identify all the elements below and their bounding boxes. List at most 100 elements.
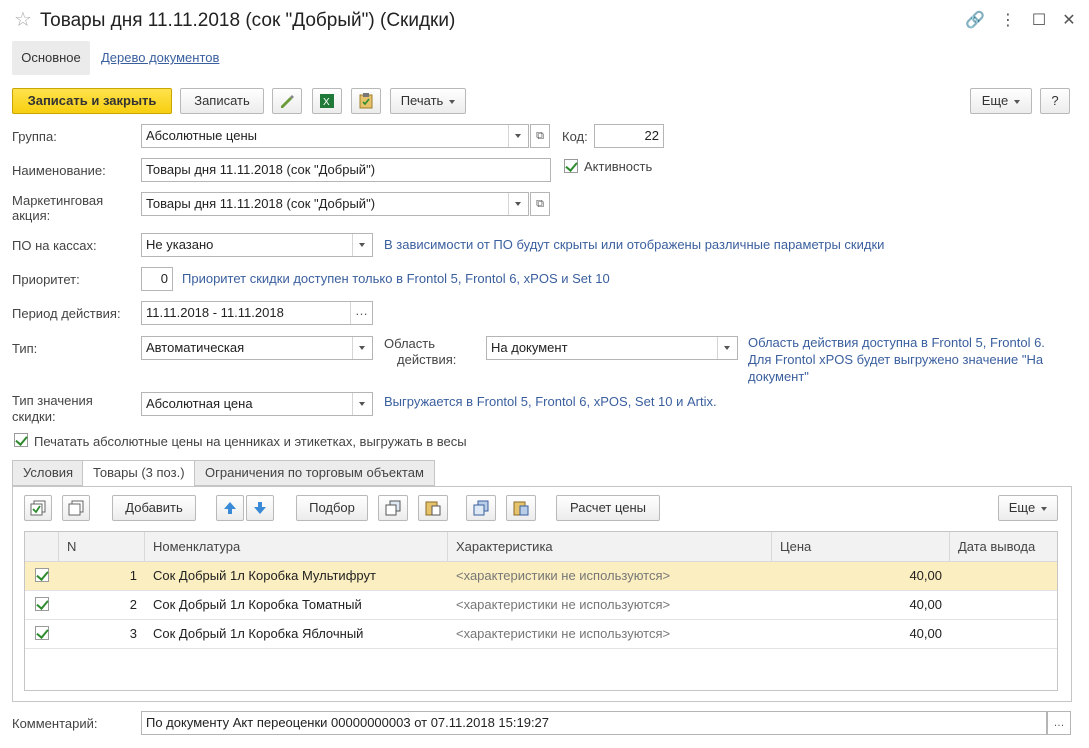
arrow-down-icon[interactable] [246, 495, 274, 521]
group-label: Группа: [12, 129, 57, 144]
row-n: 1 [129, 568, 137, 583]
row-checkbox[interactable] [35, 597, 49, 611]
row-checkbox[interactable] [35, 626, 49, 640]
pos-field[interactable]: Не указано [141, 233, 373, 257]
row-price: 40,00 [909, 626, 942, 641]
uncheck-all-icon[interactable] [62, 495, 90, 521]
chevron-down-icon[interactable] [508, 125, 528, 147]
column-header-check[interactable] [25, 532, 59, 562]
print-abs-label: Печатать абсолютные цены на ценниках и э… [34, 434, 467, 449]
promo-value: Товары дня 11.11.2018 (сок "Добрый") [146, 196, 376, 211]
chevron-down-icon[interactable] [352, 393, 372, 415]
row-date [950, 562, 1057, 590]
row-characteristic: <характеристики не используются> [456, 626, 671, 641]
open-icon[interactable]: ⧉ [530, 124, 550, 148]
table-row[interactable]: 2 Сок Добрый 1л Коробка Томатный <характ… [25, 591, 1057, 620]
value-type-label-line2: скидки: [12, 409, 56, 424]
print-button-label: Печать [400, 93, 444, 108]
edit-icon[interactable] [272, 88, 302, 114]
row-item: Сок Добрый 1л Коробка Томатный [153, 597, 362, 612]
print-abs-checkbox[interactable] [14, 433, 28, 447]
name-label: Наименование: [12, 163, 106, 178]
pos-label: ПО на кассах: [12, 238, 97, 253]
paste-rows-icon[interactable] [506, 495, 536, 521]
row-n: 3 [129, 626, 137, 641]
chevron-down-icon[interactable] [717, 337, 737, 359]
table-more-button[interactable]: Еще [998, 495, 1058, 521]
chevron-down-icon[interactable] [508, 193, 528, 215]
period-label: Период действия: [12, 306, 121, 321]
open-icon[interactable]: ⧉ [530, 192, 550, 216]
tab-restrictions[interactable]: Ограничения по торговым объектам [194, 460, 435, 486]
type-field[interactable]: Автоматическая [141, 336, 373, 360]
scope-hint-line1: Область действия доступна в Frontol 5, F… [748, 335, 1045, 350]
copy-icon[interactable] [378, 495, 408, 521]
ellipsis-icon[interactable]: … [1047, 711, 1071, 735]
excel-icon[interactable]: X [312, 88, 342, 114]
link-icon[interactable]: 🔗 [965, 11, 985, 31]
active-checkbox[interactable] [564, 159, 578, 173]
maximize-icon[interactable]: ☐ [1029, 11, 1049, 31]
column-header-date[interactable]: Дата вывода [950, 532, 1057, 562]
copy-rows-icon[interactable] [466, 495, 496, 521]
check-all-icon[interactable] [24, 495, 52, 521]
save-button[interactable]: Записать [180, 88, 264, 114]
row-n: 2 [129, 597, 137, 612]
row-item: Сок Добрый 1л Коробка Мультифрут [153, 568, 376, 583]
value-type-field[interactable]: Абсолютная цена [141, 392, 373, 416]
close-icon[interactable]: ✕ [1059, 11, 1079, 31]
scope-field[interactable]: На документ [486, 336, 738, 360]
column-header-n[interactable]: N [59, 532, 145, 562]
priority-label: Приоритет: [12, 272, 80, 287]
calc-price-button[interactable]: Расчет цены [556, 495, 660, 521]
tab-conditions[interactable]: Условия [12, 460, 85, 486]
chevron-down-icon[interactable] [352, 234, 372, 256]
code-field[interactable]: 22 [594, 124, 664, 148]
table-row[interactable]: 3 Сок Добрый 1л Коробка Яблочный <характ… [25, 620, 1057, 649]
table-row[interactable]: 1 Сок Добрый 1л Коробка Мультифрут <хара… [25, 562, 1057, 591]
promo-label-line2: акция: [12, 208, 51, 223]
value-type-hint: Выгружается в Frontol 5, Frontol 6, xPOS… [384, 394, 717, 409]
row-characteristic: <характеристики не используются> [456, 568, 671, 583]
value-type-label-line1: Тип значения [12, 393, 93, 408]
print-button[interactable]: Печать [390, 88, 466, 114]
section-main[interactable]: Основное [12, 41, 90, 75]
name-field[interactable]: Товары дня 11.11.2018 (сок "Добрый") [141, 158, 551, 182]
arrow-up-icon[interactable] [216, 495, 244, 521]
more-button[interactable]: Еще [970, 88, 1032, 114]
row-item: Сок Добрый 1л Коробка Яблочный [153, 626, 364, 641]
tab-goods[interactable]: Товары (3 поз.) [82, 460, 196, 487]
more-icon[interactable]: ⋮ [998, 11, 1018, 31]
promo-field[interactable]: Товары дня 11.11.2018 (сок "Добрый") [141, 192, 529, 216]
value-type-value: Абсолютная цена [146, 396, 253, 411]
pos-value: Не указано [146, 237, 214, 252]
column-header-item[interactable]: Номенклатура [145, 532, 448, 562]
comment-label: Комментарий: [12, 716, 98, 731]
scope-value: На документ [491, 340, 568, 355]
row-price: 40,00 [909, 568, 942, 583]
title-bar: ☆ Товары дня 11.11.2018 (сок "Добрый") (… [0, 0, 1089, 42]
add-button[interactable]: Добавить [112, 495, 196, 521]
row-price: 40,00 [909, 597, 942, 612]
chevron-down-icon[interactable] [352, 337, 372, 359]
paste-icon[interactable] [418, 495, 448, 521]
save-close-button[interactable]: Записать и закрыть [12, 88, 172, 114]
period-field[interactable]: 11.11.2018 - 11.11.2018 … [141, 301, 373, 325]
row-characteristic: <характеристики не используются> [456, 597, 671, 612]
row-checkbox[interactable] [35, 568, 49, 582]
group-field[interactable]: Абсолютные цены [141, 124, 529, 148]
priority-hint: Приоритет скидки доступен только в Front… [182, 271, 610, 286]
selection-button[interactable]: Подбор [296, 495, 368, 521]
clipboard-icon[interactable] [351, 88, 381, 114]
goods-table: N Номенклатура Характеристика Цена Дата … [24, 531, 1058, 691]
column-header-characteristic[interactable]: Характеристика [448, 532, 772, 562]
ellipsis-icon[interactable]: … [350, 302, 372, 324]
help-button[interactable]: ? [1040, 88, 1070, 114]
priority-field[interactable]: 0 [141, 267, 173, 291]
section-doc-tree[interactable]: Дерево документов [101, 41, 219, 75]
star-icon[interactable]: ☆ [14, 9, 32, 31]
column-header-price[interactable]: Цена [772, 532, 950, 562]
window-title: Товары дня 11.11.2018 (сок "Добрый") (Ск… [40, 10, 456, 31]
comment-field[interactable]: По документу Акт переоценки 00000000003 … [141, 711, 1047, 735]
active-label: Активность [584, 159, 653, 174]
